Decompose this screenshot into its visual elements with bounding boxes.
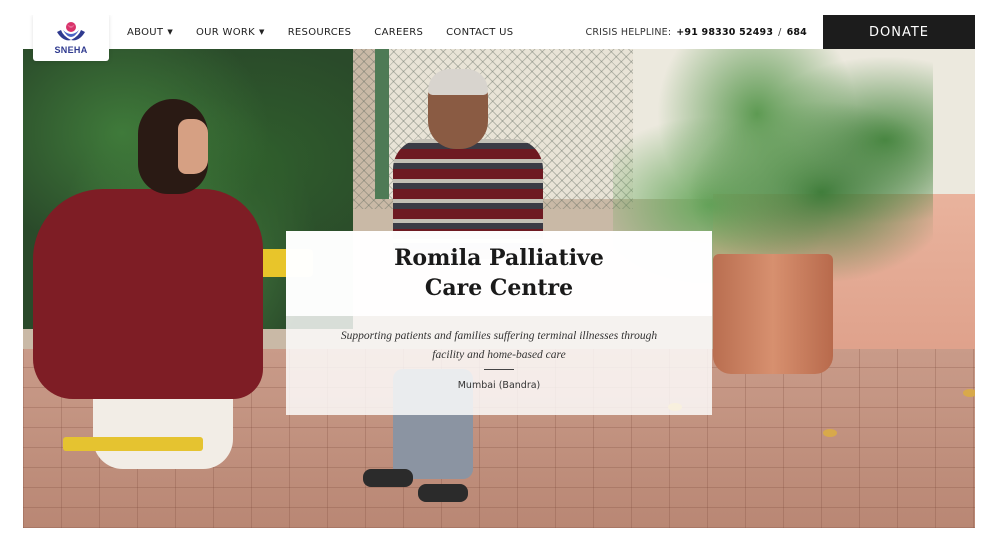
helpline-separator: / [778, 26, 782, 38]
hero-card: Romila Palliative Care Centre Supporting… [286, 231, 712, 415]
hero-subtitle: Supporting patients and families sufferi… [340, 330, 658, 361]
nav-about[interactable]: ABOUT ▼ [127, 27, 173, 38]
hero-title: Romila Palliative Care Centre [394, 245, 604, 301]
woman-figure [33, 79, 283, 499]
nav-our-work[interactable]: OUR WORK ▼ [196, 27, 265, 38]
donate-button[interactable]: DONATE [823, 15, 975, 49]
divider [484, 369, 514, 370]
hero-image: Romila Palliative Care Centre Supporting… [23, 49, 975, 528]
nav-contact-us[interactable]: CONTACT US [446, 27, 513, 38]
crisis-helpline: CRISIS HELPLINE: +91 98330 52493 / 684 [586, 15, 807, 49]
logo-link[interactable]: SNEHA [33, 15, 109, 61]
logo-text: SNEHA [54, 44, 88, 55]
helpline-label: CRISIS HELPLINE: [585, 26, 672, 38]
fallen-leaf [823, 429, 837, 437]
helpline-extension[interactable]: 684 [787, 27, 807, 38]
caret-down-icon: ▼ [167, 28, 174, 36]
page-frame: Romila Palliative Care Centre Supporting… [23, 15, 975, 528]
fallen-leaf [963, 389, 975, 397]
helpline-number[interactable]: +91 98330 52493 [676, 27, 773, 38]
plant-pot [713, 254, 833, 374]
site-header: SNEHA ABOUT ▼ OUR WORK ▼ RESOURCES CAREE… [23, 15, 975, 61]
nav-careers[interactable]: CAREERS [374, 27, 423, 38]
nav-resources[interactable]: RESOURCES [288, 27, 352, 38]
caret-down-icon: ▼ [259, 28, 265, 36]
hero-location: Mumbai (Bandra) [457, 380, 541, 391]
main-nav: ABOUT ▼ OUR WORK ▼ RESOURCES CAREERS CON… [127, 15, 513, 49]
sneha-logo-icon [57, 21, 85, 40]
